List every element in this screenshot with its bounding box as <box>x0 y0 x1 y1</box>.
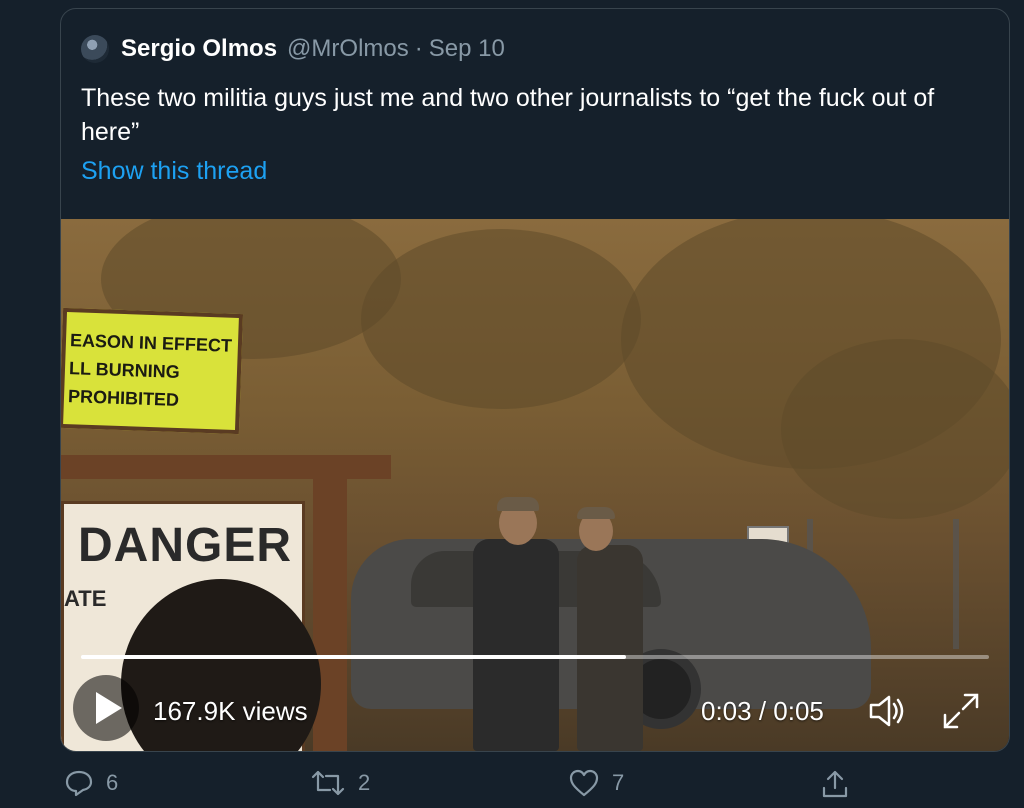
header-separator: · <box>414 35 423 62</box>
reply-count: 6 <box>106 770 119 795</box>
play-button[interactable] <box>73 675 139 741</box>
share-icon <box>822 770 848 798</box>
author-handle[interactable]: @MrOlmos <box>287 35 409 63</box>
retweet-count: 2 <box>358 770 371 795</box>
video-player[interactable]: EASON IN EFFECT LL BURNING PROHIBITED DA… <box>61 219 1009 751</box>
heart-icon <box>569 769 599 797</box>
view-count: 167.9K views <box>153 696 308 726</box>
video-progress-bar[interactable] <box>81 655 989 659</box>
reply-button[interactable]: 6 <box>64 768 118 798</box>
reply-icon <box>65 770 93 797</box>
tweet-card[interactable]: Sergio Olmos @MrOlmos · Sep 10 These two… <box>60 8 1010 752</box>
person-right <box>577 545 643 751</box>
expand-icon[interactable] <box>941 691 981 731</box>
like-count: 7 <box>612 770 625 795</box>
person-right-cap <box>577 507 615 519</box>
tweet-header: Sergio Olmos @MrOlmos · Sep 10 <box>81 33 505 65</box>
show-thread-link[interactable]: Show this thread <box>81 157 267 186</box>
retweet-icon <box>311 770 345 796</box>
video-time: 0:03 / 0:05 <box>701 696 824 726</box>
burn-ban-sign: EASON IN EFFECT LL BURNING PROHIBITED <box>61 307 244 435</box>
like-button[interactable]: 7 <box>568 768 624 798</box>
person-left <box>473 539 559 751</box>
danger-text: DANGER <box>78 519 293 572</box>
person-left-cap <box>497 497 539 511</box>
retweet-button[interactable]: 2 <box>310 768 370 798</box>
video-progress-fill <box>81 655 626 659</box>
play-icon <box>96 692 122 724</box>
author-name[interactable]: Sergio Olmos <box>121 35 277 63</box>
share-button[interactable] <box>820 768 862 800</box>
sign-subtext: ATE <box>64 586 107 611</box>
avatar[interactable] <box>81 35 109 63</box>
sign-line: PROHIBITED <box>67 386 180 410</box>
volume-icon[interactable] <box>867 693 907 729</box>
tweet-date[interactable]: Sep 10 <box>429 35 505 63</box>
tweet-actions: 6 2 7 <box>0 768 1024 808</box>
sign-post <box>313 475 347 751</box>
tweet-text: These two militia guys just me and two o… <box>81 84 935 146</box>
